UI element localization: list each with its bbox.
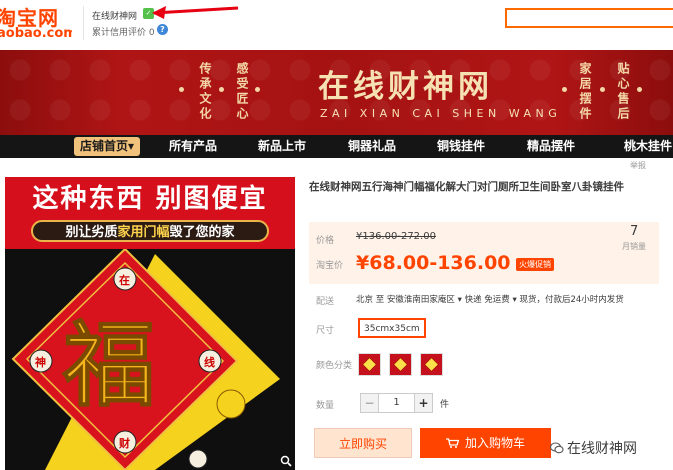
nav-item-coin-pendants[interactable]: 铜钱挂件 (437, 135, 485, 158)
price-label: 价格 (316, 236, 335, 246)
cart-icon (445, 438, 459, 448)
color-label: 颜色分类 (316, 361, 353, 371)
promo-badge: 火爆促销 (516, 258, 554, 271)
color-option-1[interactable] (358, 353, 381, 376)
bullet-dot (637, 87, 642, 92)
promo-price: ¥68.00-136.00 (356, 252, 511, 274)
product-title: 在线财神网五行海神门幅福化解大门对门厕所卫生间卧室八卦镜挂件 (309, 181, 624, 193)
nav-item-ornaments[interactable]: 精品摆件 (527, 135, 575, 158)
shipping-info[interactable]: 北京 至 安徽淮南田家庵区 ▾ 快递 免运费 ▾ 现货，付款后24小时内发货 (356, 293, 624, 305)
swatch-thumbnail (361, 356, 378, 373)
add-to-cart-label: 加入购物车 (464, 436, 525, 450)
swatch-thumbnail (392, 356, 409, 373)
original-price: ¥136.00-272.00 (356, 231, 436, 242)
nav-item-home[interactable]: 店铺首页▾ (74, 137, 141, 156)
swatch-thumbnail (423, 356, 440, 373)
banner-right-phrase-2: 贴心售后 (616, 62, 630, 122)
shipping-label: 配送 (316, 297, 335, 307)
color-option-3[interactable] (420, 353, 443, 376)
image-headline: 这种东西 别图便宜 (32, 184, 268, 214)
banner-title: 在线财神网 (318, 69, 493, 105)
shop-banner: 传承文化 感受匠心 在线财神网 ZAI XIAN CAI SHEN WANG 家… (0, 50, 673, 135)
corner-char: 在 (119, 273, 130, 287)
bullet-dot (255, 87, 260, 92)
color-option-2[interactable] (389, 353, 412, 376)
taobao-logo[interactable]: 淘宝网 aobao.com (0, 4, 72, 44)
bullet-dot (562, 87, 567, 92)
rating-value: 0 (148, 28, 155, 38)
banner-left-phrase-2: 感受匠心 (235, 62, 249, 122)
bullet-dot (600, 87, 605, 92)
zoom-icon[interactable] (280, 455, 292, 467)
watermark-text: 在线财神网 (567, 441, 637, 457)
quantity-input[interactable]: 1 (379, 393, 414, 413)
add-to-cart-button[interactable]: 加入购物车 (420, 428, 551, 458)
credit-rating: 累计信用评价 0 (92, 25, 155, 38)
subline-suffix: 毁了您的家 (169, 225, 235, 240)
corner-char: 线 (204, 355, 215, 369)
quantity-unit: 件 (440, 400, 450, 410)
nav-item-all-products[interactable]: 所有产品 (169, 135, 217, 158)
product-main-image[interactable]: 这种东西 别图便宜 别让劣质家用门幅毁了您的家 在 线 财 神 福 (5, 177, 295, 470)
info-icon[interactable]: ? (157, 24, 168, 35)
subline-prefix: 别让劣质 (65, 225, 118, 240)
quantity-increase-button[interactable]: + (414, 393, 433, 413)
bullet-dot (179, 87, 184, 92)
nav-item-new[interactable]: 新品上市 (258, 135, 306, 158)
nav-item-peachwood[interactable]: 桃木挂件 (624, 135, 672, 158)
size-label: 尺寸 (316, 326, 335, 336)
bullet-dot (219, 87, 224, 92)
buy-now-button[interactable]: 立即购买 (314, 428, 412, 458)
wechat-icon (550, 442, 564, 454)
search-input[interactable] (505, 8, 673, 28)
corner-char: 财 (118, 436, 130, 450)
shop-name-link[interactable]: 在线财神网 (92, 9, 137, 22)
size-option-selected[interactable]: 35cmx35cm (358, 318, 426, 338)
image-subline: 别让劣质家用门幅毁了您的家 (31, 220, 269, 242)
corner-char: 神 (35, 355, 46, 369)
banner-left-phrase-1: 传承文化 (198, 62, 212, 122)
watermark: 在线财神网 (550, 438, 637, 458)
monthly-sales-label: 月销量 (622, 242, 646, 251)
banner-right-phrase-1: 家居摆件 (578, 62, 592, 122)
nav-item-copper-gifts[interactable]: 铜器礼品 (348, 135, 396, 158)
rating-label: 累计信用评价 (92, 28, 147, 38)
banner-pinyin: ZAI XIAN CAI SHEN WANG (320, 107, 562, 120)
fu-character: 福 (62, 311, 155, 419)
fu-door-hanging-illustration: 在 线 财 神 福 (11, 249, 280, 470)
subline-highlight: 家用门幅 (117, 225, 170, 240)
quantity-label: 数量 (316, 401, 335, 411)
red-arrow-annotation (152, 6, 239, 19)
promo-price-label: 淘宝价 (316, 261, 344, 271)
report-link[interactable]: 举报 (630, 160, 646, 171)
monthly-sales-count: 7 (630, 224, 639, 239)
top-header: 淘宝网 aobao.com 在线财神网 ✓ 累计信用评价 0 ? (0, 0, 673, 50)
divider (83, 6, 84, 40)
shop-nav: 店铺首页▾ 所有产品 新品上市 铜器礼品 铜钱挂件 精品摆件 桃木挂件 (0, 135, 673, 158)
quantity-decrease-button[interactable]: − (360, 393, 379, 413)
logo-domain-text: aobao.com (0, 26, 72, 41)
